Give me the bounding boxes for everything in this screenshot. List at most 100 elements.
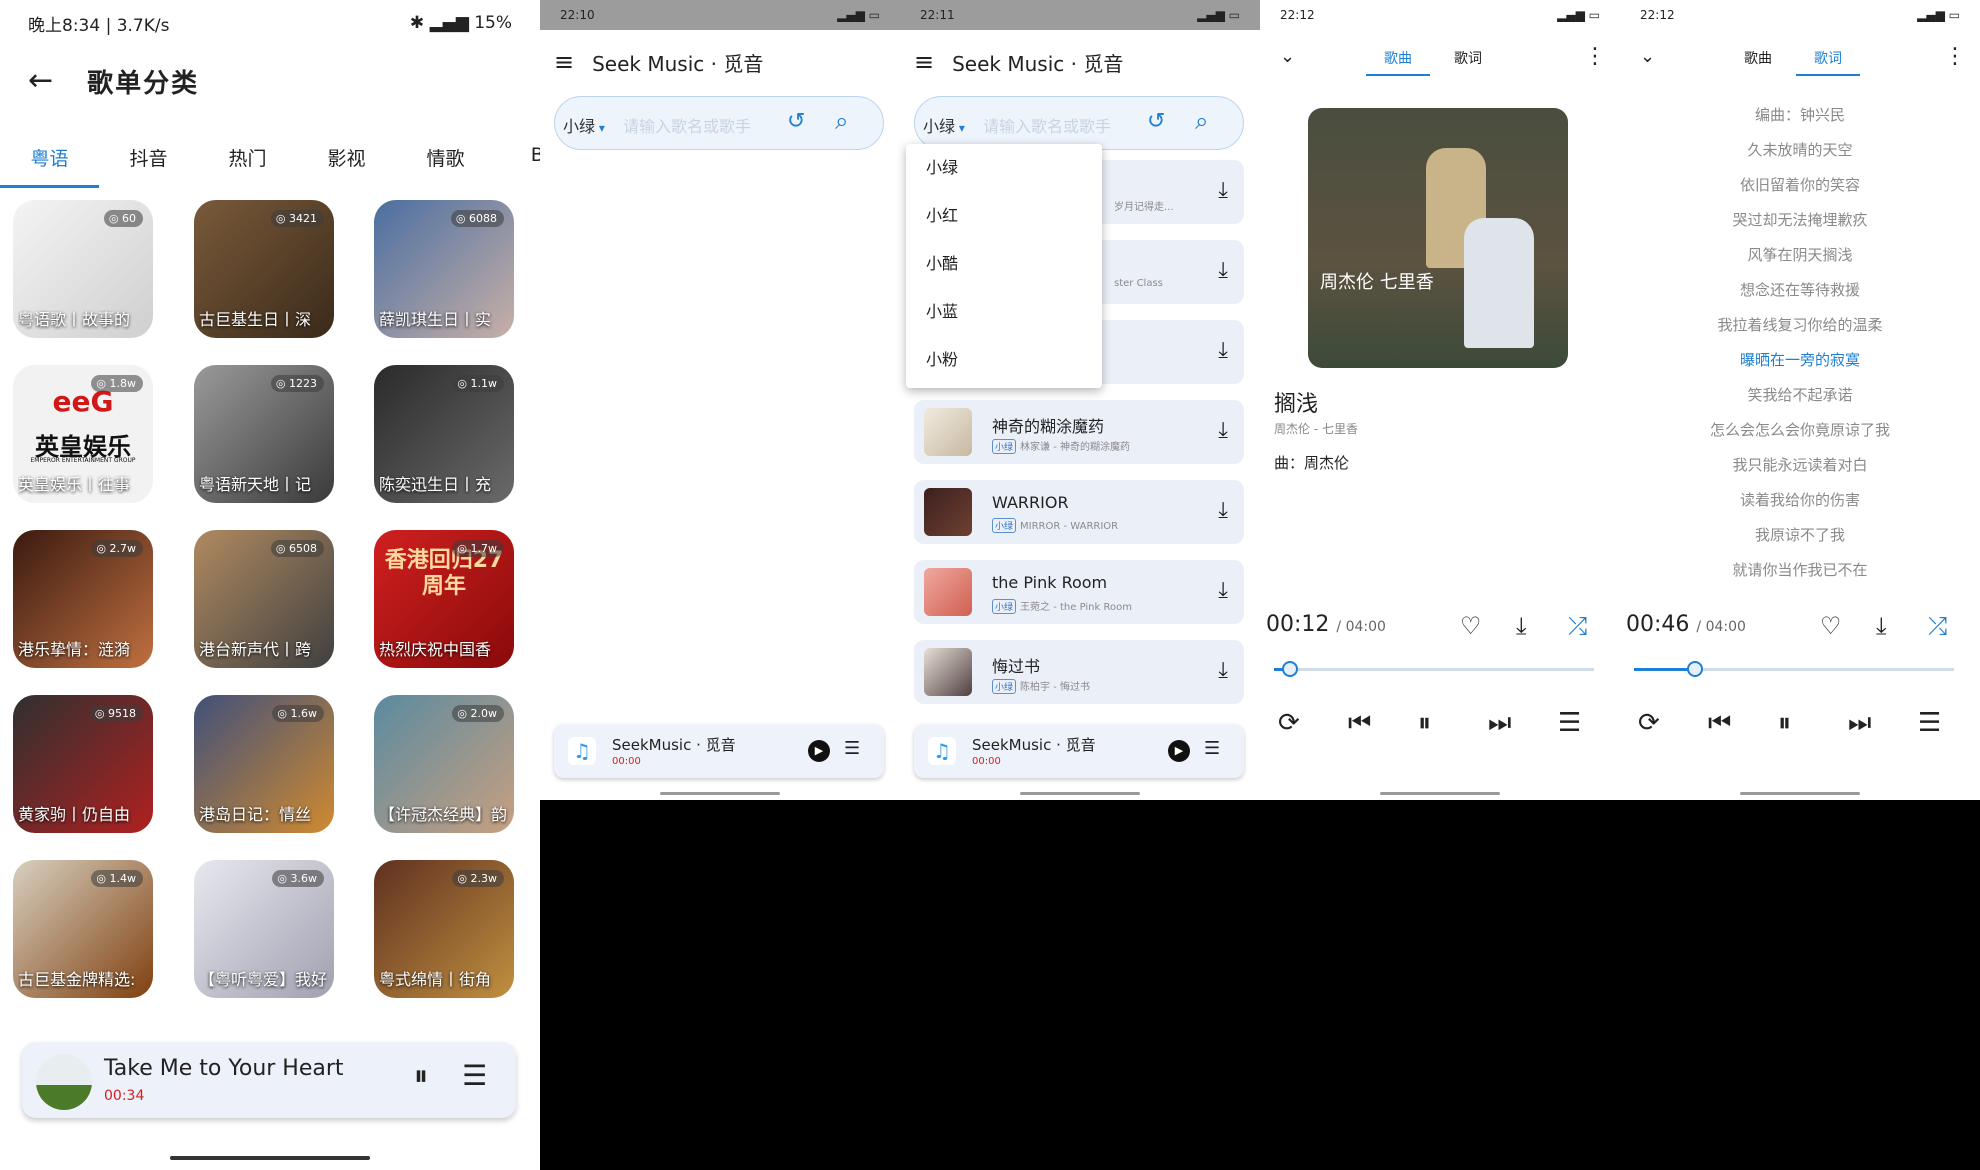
shuffle-icon[interactable]: ⤮: [1928, 612, 1947, 640]
queue-icon[interactable]: ☰: [1204, 738, 1220, 759]
download-icon[interactable]: ⤓: [1516, 612, 1527, 640]
download-icon[interactable]: ⤓: [1218, 178, 1228, 203]
home-indicator: [170, 1156, 370, 1160]
pause-icon[interactable]: ⏸: [1778, 708, 1791, 739]
history-icon[interactable]: ↺: [1147, 109, 1165, 134]
music-note-icon: ♫: [568, 737, 596, 765]
menu-icon[interactable]: ≡: [554, 48, 574, 76]
progress-bar[interactable]: [1274, 661, 1594, 677]
mini-player[interactable]: ♫ SeekMusic · 觅音 00:00 ▶ ☰: [914, 724, 1244, 778]
more-icon[interactable]: ⋮: [1584, 44, 1606, 69]
player-header: ⌄ 歌曲 歌词 ⋮: [1260, 42, 1620, 78]
playlist-tile[interactable]: 香港回归27周年 ◎ 1.7w 热烈庆祝中国香: [374, 530, 514, 668]
dropdown-option[interactable]: 小蓝: [906, 288, 1102, 336]
result-row[interactable]: 神奇的糊涂魔药 小绿 林家谦 - 神奇的糊涂魔药 ⤓: [914, 400, 1244, 464]
pause-icon[interactable]: ⏸: [1418, 708, 1431, 739]
queue-icon[interactable]: ☰: [462, 1062, 487, 1090]
download-icon[interactable]: ⤓: [1218, 338, 1228, 363]
tab-5[interactable]: BG: [495, 136, 540, 188]
playlist-tile[interactable]: ◎ 6508 港台新声代丨跨: [194, 530, 334, 668]
pause-icon[interactable]: ⏸: [414, 1062, 428, 1090]
search-input[interactable]: 请输入歌名或歌手: [983, 113, 1111, 137]
playlist-tile[interactable]: ◎ 1223 粤语新天地丨记: [194, 365, 334, 503]
next-icon[interactable]: ⏭: [1488, 708, 1511, 739]
progress-knob[interactable]: [1686, 661, 1703, 677]
play-icon[interactable]: ▶: [808, 740, 830, 762]
result-row[interactable]: 悔过书 小绿 陈柏宇 - 悔过书 ⤓: [914, 640, 1244, 704]
play-count: ◎ 3421: [270, 210, 324, 227]
app-header: ≡ Seek Music · 觅音: [540, 44, 900, 80]
download-icon[interactable]: ⤓: [1218, 418, 1228, 443]
heart-icon[interactable]: ♡: [1820, 612, 1842, 640]
dropdown-option[interactable]: 小红: [906, 192, 1102, 240]
dropdown-option[interactable]: 小绿: [906, 144, 1102, 192]
more-icon[interactable]: ⋮: [1944, 44, 1966, 69]
mini-player[interactable]: Take Me to Your Heart 00:34 ⏸ ☰: [22, 1042, 516, 1118]
playlist-tile[interactable]: ◎ 1.6w 港岛日记：情丝: [194, 695, 334, 833]
playlist-tile[interactable]: ◎ 2.7w 港乐挚情：涟漪: [13, 530, 153, 668]
previous-icon[interactable]: ⏮: [1348, 708, 1371, 739]
tab-lyrics[interactable]: 歌词: [1436, 48, 1500, 74]
tab-4[interactable]: 情歌: [396, 136, 495, 188]
music-note-icon: ♫: [928, 737, 956, 765]
playlist-tile[interactable]: ◎ 9518 黄家驹丨仍自由: [13, 695, 153, 833]
menu-icon[interactable]: ≡: [914, 48, 934, 76]
tab-song[interactable]: 歌曲: [1366, 48, 1430, 76]
playlist-icon[interactable]: ☰: [1558, 708, 1581, 738]
song-title: 搁浅: [1274, 392, 1319, 417]
playlist-tile[interactable]: eeG 英皇娱乐 EMPEROR ENTERTAINMENT GROUP ◎ 1.8w…: [13, 365, 153, 503]
heart-icon[interactable]: ♡: [1460, 612, 1482, 640]
playlist-tile[interactable]: ◎ 60 粤语歌丨故事的: [13, 200, 153, 338]
download-icon[interactable]: ⤓: [1218, 658, 1228, 683]
playlist-tile[interactable]: ◎ 6088 薛凯琪生日丨实: [374, 200, 514, 338]
playlist-tile[interactable]: ◎ 3.6w 【粤听粤爱】我好: [194, 860, 334, 998]
dropdown-option[interactable]: 小酷: [906, 240, 1102, 288]
tab-0[interactable]: 粤语: [0, 136, 99, 188]
tile-caption: 粤语新天地丨记: [199, 475, 312, 494]
page-title: 歌单分类: [87, 68, 200, 99]
search-input[interactable]: 请输入歌名或歌手: [623, 113, 751, 137]
playlist-tile[interactable]: ◎ 3421 古巨基生日丨深: [194, 200, 334, 338]
playlist-tile[interactable]: ◎ 2.0w 【许冠杰经典】韵: [374, 695, 514, 833]
tab-1[interactable]: 抖音: [99, 136, 198, 188]
playlist-tile[interactable]: ◎ 1.4w 古巨基金牌精选:: [13, 860, 153, 998]
history-icon[interactable]: ↺: [787, 109, 805, 134]
playlist-icon[interactable]: ☰: [1918, 708, 1941, 738]
back-arrow-icon[interactable]: ←: [28, 66, 53, 96]
shuffle-icon[interactable]: ⤮: [1568, 612, 1587, 640]
status-time: 22:12: [1280, 8, 1315, 22]
chevron-down-icon[interactable]: ⌄: [1640, 46, 1655, 67]
source-select[interactable]: 小绿: [923, 113, 965, 137]
next-icon[interactable]: ⏭: [1848, 708, 1871, 739]
play-icon[interactable]: ▶: [1168, 740, 1190, 762]
status-icons: ▂▄▆ ▭: [1557, 8, 1600, 22]
previous-icon[interactable]: ⏮: [1708, 708, 1731, 739]
download-icon[interactable]: ⤓: [1876, 612, 1887, 640]
search-icon[interactable]: ⌕: [835, 107, 848, 135]
dropdown-option[interactable]: 小粉: [906, 336, 1102, 384]
repeat-icon[interactable]: ⟳: [1638, 708, 1660, 738]
search-icon[interactable]: ⌕: [1195, 107, 1208, 135]
mini-player[interactable]: ♫ SeekMusic · 觅音 00:00 ▶ ☰: [554, 724, 884, 778]
progress-bar[interactable]: [1634, 661, 1954, 677]
result-row[interactable]: the Pink Room 小绿 王菀之 - the Pink Room ⤓: [914, 560, 1244, 624]
play-count: ◎ 6088: [450, 210, 504, 227]
download-icon[interactable]: ⤓: [1218, 258, 1228, 283]
playlist-tile[interactable]: ◎ 2.3w 粤式绵情丨街角: [374, 860, 514, 998]
result-row[interactable]: WARRIOR 小绿 MIRROR - WARRIOR ⤓: [914, 480, 1244, 544]
source-tag: 小绿: [992, 518, 1017, 533]
download-icon[interactable]: ⤓: [1218, 498, 1228, 523]
play-count: ◎ 9518: [89, 705, 143, 722]
queue-icon[interactable]: ☰: [844, 738, 860, 759]
tab-lyrics[interactable]: 歌词: [1796, 48, 1860, 76]
tab-3[interactable]: 影视: [297, 136, 396, 188]
tab-2[interactable]: 热门: [198, 136, 297, 188]
playlist-tile[interactable]: ◎ 1.1w 陈奕迅生日丨充: [374, 365, 514, 503]
status-right: ✱ ▂▄▆ 15%: [410, 13, 512, 33]
download-icon[interactable]: ⤓: [1218, 578, 1228, 603]
progress-knob[interactable]: [1282, 661, 1298, 677]
chevron-down-icon[interactable]: ⌄: [1280, 46, 1295, 67]
repeat-icon[interactable]: ⟳: [1278, 708, 1300, 738]
tab-song[interactable]: 歌曲: [1726, 48, 1790, 74]
source-select[interactable]: 小绿: [563, 113, 605, 137]
